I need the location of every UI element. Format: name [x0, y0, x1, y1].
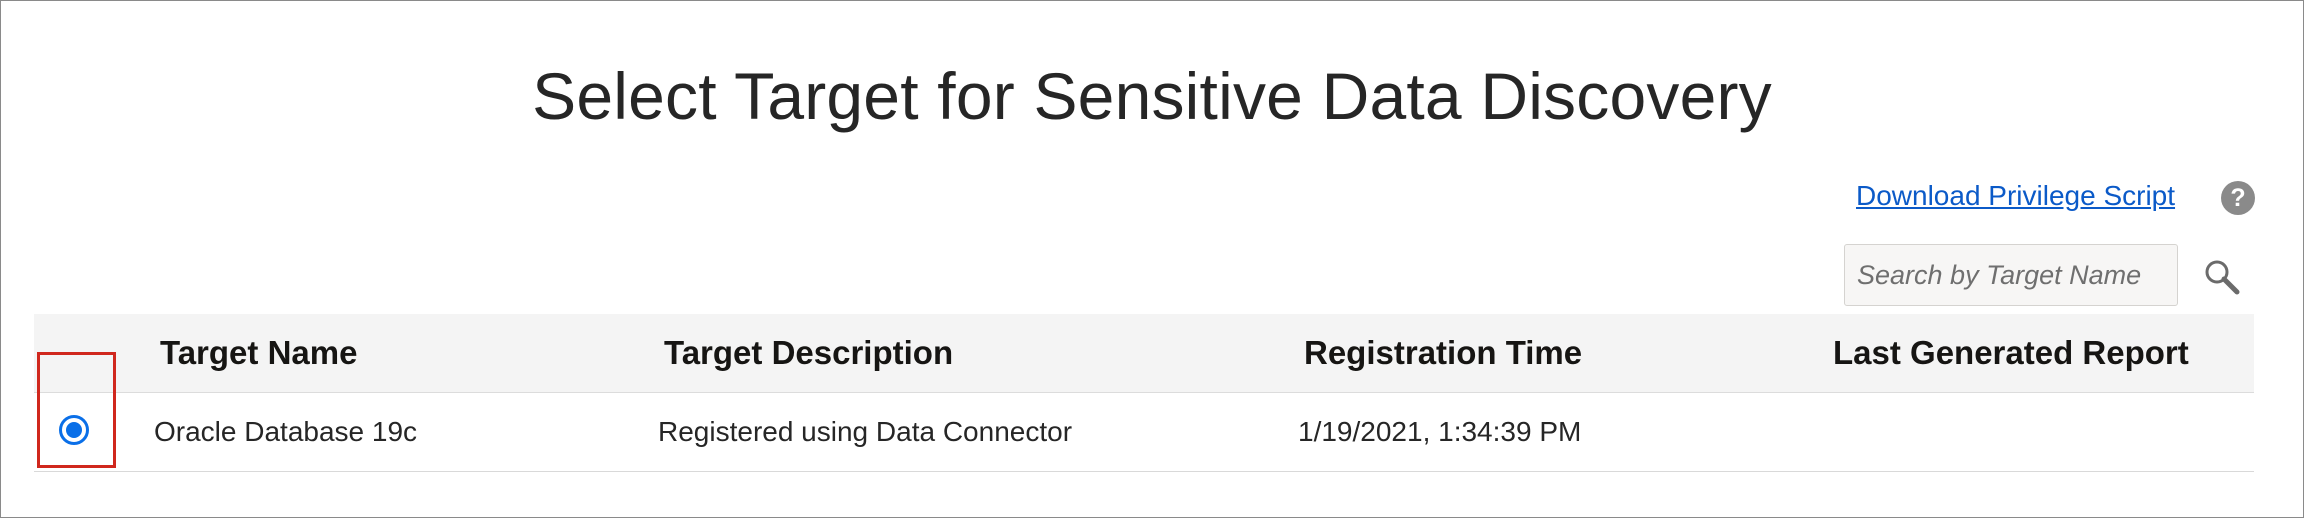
download-privilege-script-link[interactable]: Download Privilege Script — [1856, 178, 2175, 214]
cell-registration-time: 1/19/2021, 1:34:39 PM — [1298, 416, 1582, 447]
column-header-target-name[interactable]: Target Name — [160, 314, 357, 392]
page-title: Select Target for Sensitive Data Discove… — [532, 59, 1772, 133]
column-header-target-description[interactable]: Target Description — [664, 314, 953, 392]
table-header: Target Name Target Description Registrat… — [34, 314, 2254, 393]
radio-selected-dot — [66, 422, 82, 438]
table-row[interactable]: Oracle Database 19c Registered using Dat… — [34, 393, 2254, 472]
search-input[interactable] — [1844, 244, 2178, 306]
cell-target-description: Registered using Data Connector — [658, 416, 1073, 447]
cell-target-name: Oracle Database 19c — [154, 416, 418, 447]
help-icon[interactable]: ? — [2221, 181, 2255, 215]
row-select-radio[interactable] — [59, 415, 89, 445]
column-header-registration-time[interactable]: Registration Time — [1304, 314, 1582, 392]
column-header-last-generated-report[interactable]: Last Generated Report — [1833, 314, 2189, 392]
search-icon[interactable] — [2202, 257, 2242, 297]
